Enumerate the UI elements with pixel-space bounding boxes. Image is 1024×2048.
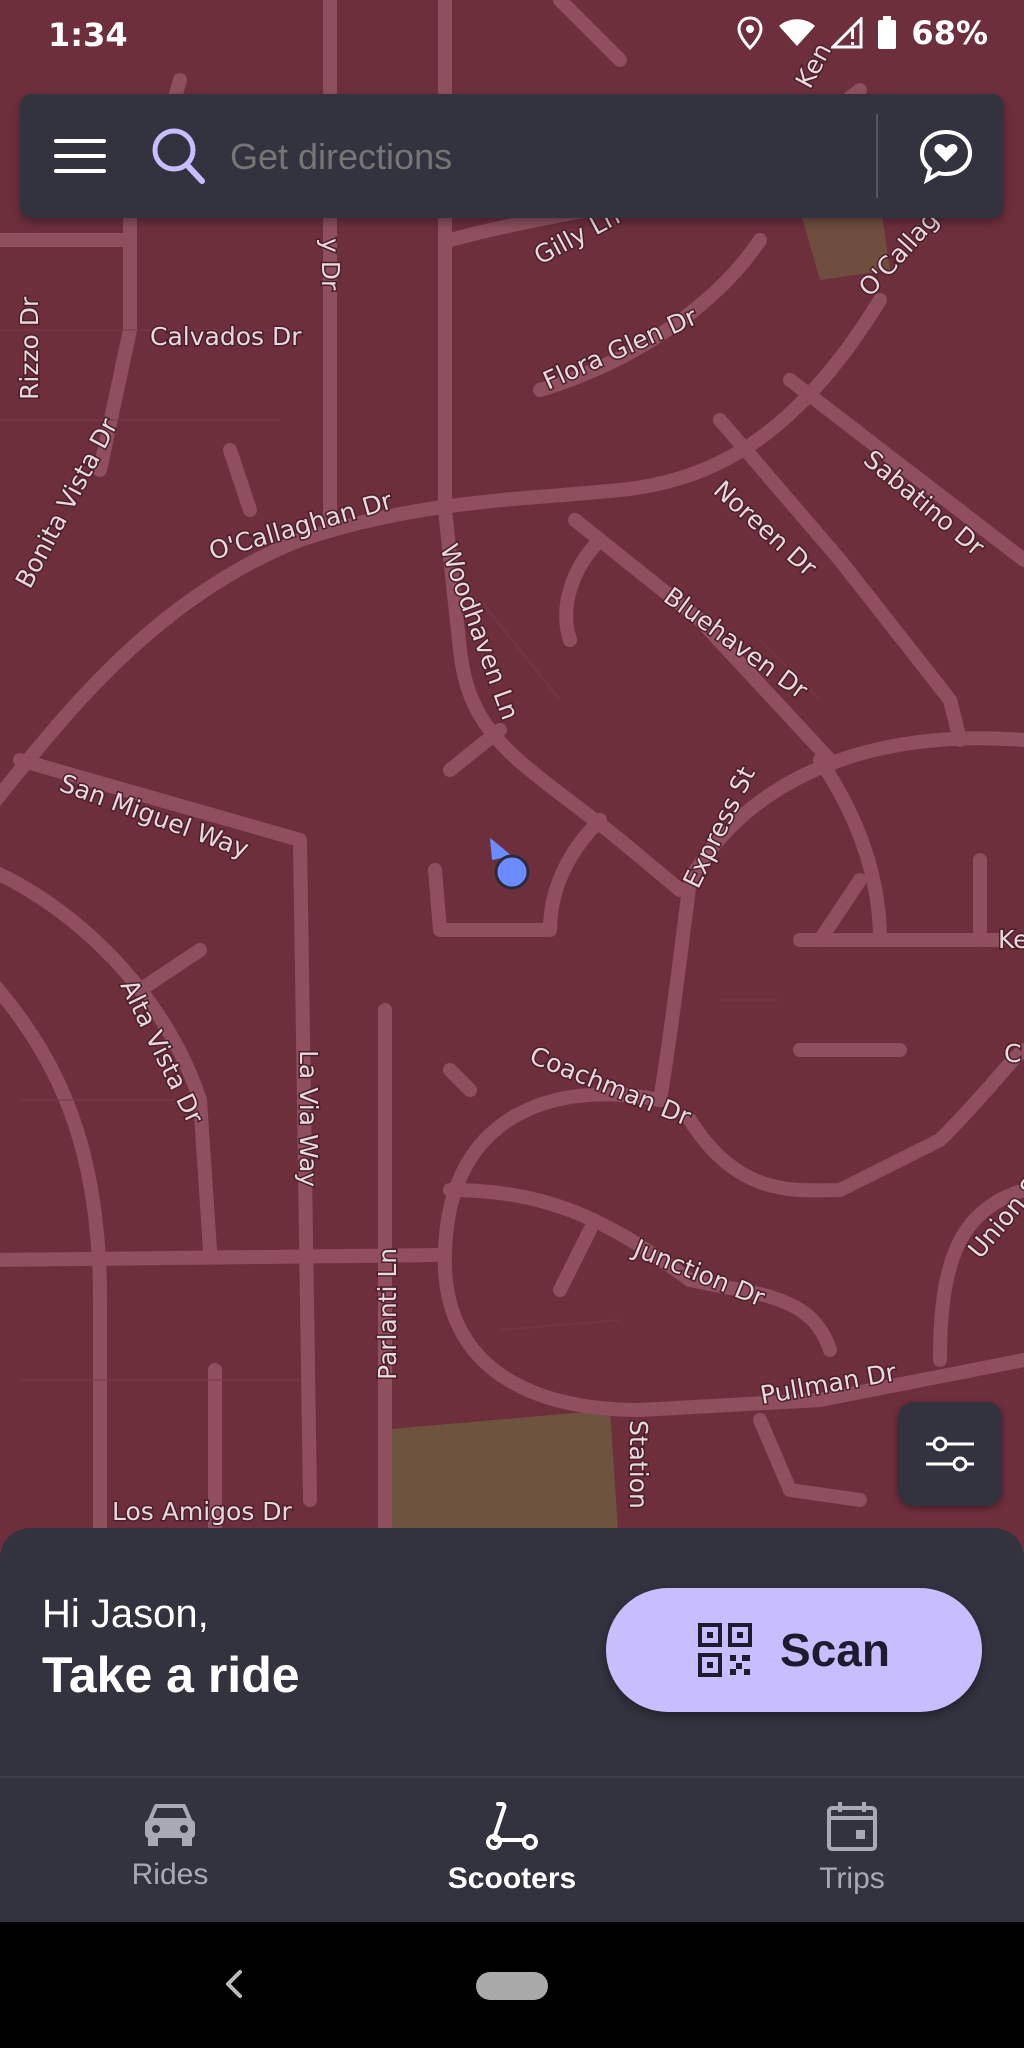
street-label: y Dr: [316, 238, 345, 291]
status-icons: 68%: [737, 14, 988, 52]
back-icon[interactable]: [214, 1964, 254, 2004]
qr-code-icon: [698, 1623, 753, 1677]
search-input[interactable]: [228, 122, 872, 192]
wifi-icon: [779, 19, 816, 46]
status-time: 1:34: [48, 16, 128, 54]
car-icon: [145, 1804, 195, 1846]
scan-button-label: Scan: [780, 1624, 890, 1676]
scan-button[interactable]: Scan: [606, 1588, 982, 1712]
street-label: Calvados Dr: [150, 322, 302, 351]
greeting-headline: Take a ride: [42, 1647, 300, 1703]
hamburger-icon-line: [54, 154, 106, 158]
home-pill-button[interactable]: [476, 1972, 548, 2000]
ride-card: Hi Jason, Take a ride Scan: [0, 1528, 1024, 1776]
street-label: Parlanti Ln: [373, 1248, 402, 1380]
greeting-text: Hi Jason,: [42, 1592, 209, 1636]
search-bar-divider: [876, 114, 878, 198]
hamburger-icon-line: [54, 139, 106, 143]
sliders-icon: [926, 1436, 974, 1472]
tab-scooters[interactable]: Scooters: [392, 1800, 632, 1896]
street-label: Ke: [998, 925, 1024, 954]
tab-trips[interactable]: Trips: [732, 1800, 972, 1896]
chat-heart-icon: [919, 129, 973, 184]
map-filter-button[interactable]: [898, 1402, 1002, 1506]
street-label: Station: [624, 1420, 653, 1509]
search-icon: [152, 128, 205, 184]
tab-label: Scooters: [447, 1862, 577, 1895]
search-bar: [20, 94, 1004, 218]
hamburger-icon-line: [54, 169, 106, 173]
street-label: La Via Way: [294, 1050, 323, 1187]
map[interactable]: Gilly Ln Calvados Dr Flora Glen Dr O'Cal…: [0, 0, 1024, 1560]
tab-label: Trips: [819, 1862, 885, 1895]
bottom-tab-bar: Rides Scooters Trips: [0, 1776, 1024, 1924]
status-bar: 1:34 68%: [0, 0, 1024, 72]
scooter-icon: [486, 1802, 538, 1850]
calendar-icon: [827, 1802, 877, 1851]
street-label: Rizzo Dr: [15, 296, 44, 400]
battery-icon: [878, 16, 897, 49]
battery-percent: 68%: [911, 14, 988, 52]
location-pin-icon: [737, 16, 763, 50]
street-label: Los Amigos Dr: [112, 1497, 293, 1526]
street-label: C: [1004, 1039, 1021, 1068]
menu-button[interactable]: [54, 124, 118, 188]
tab-label: Rides: [131, 1858, 209, 1891]
chat-button[interactable]: [910, 120, 982, 192]
tab-rides[interactable]: Rides: [50, 1800, 290, 1892]
cell-signal-icon: [831, 17, 863, 49]
system-navigation-bar: [0, 1922, 1024, 2048]
